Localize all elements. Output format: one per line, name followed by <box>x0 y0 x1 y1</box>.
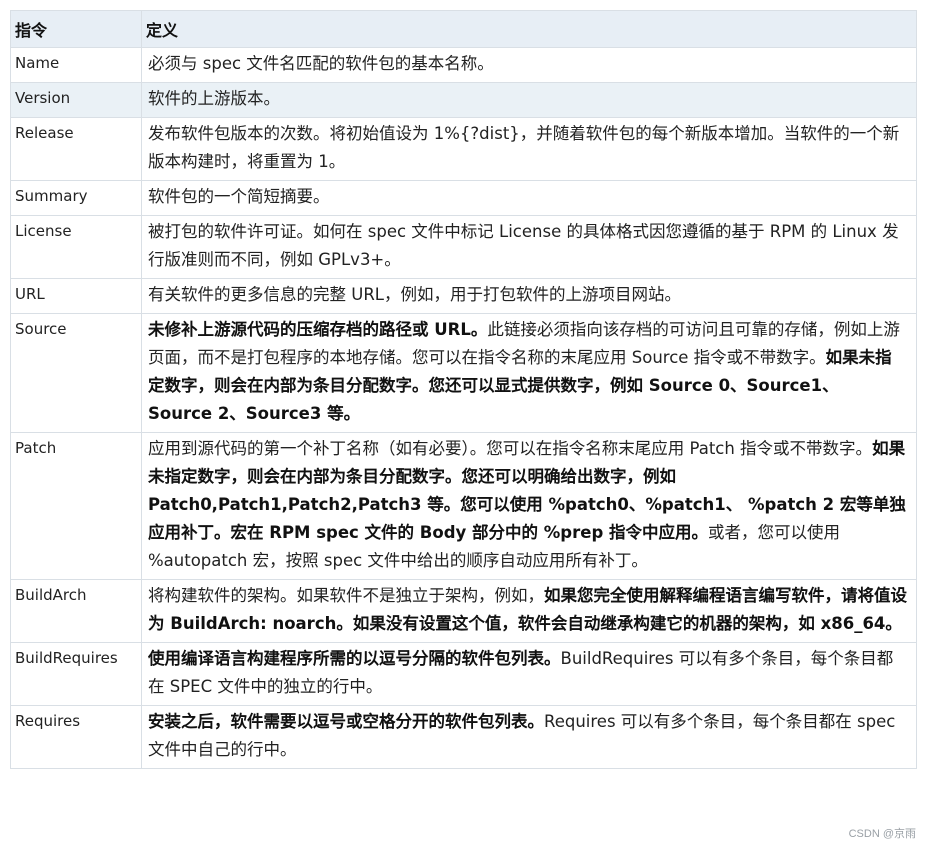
directive-name: BuildRequires <box>10 642 142 706</box>
watermark: CSDN @京雨 <box>848 828 916 840</box>
directive-definition: 必须与 spec 文件名匹配的软件包的基本名称。 <box>141 47 917 83</box>
directive-definition: 将构建软件的架构。如果软件不是独立于架构，例如，如果您完全使用解释编程语言编写软… <box>141 579 917 643</box>
table-row: Name 必须与 spec 文件名匹配的软件包的基本名称。 <box>10 47 917 83</box>
definition-text: 必须与 spec 文件名匹配的软件包的基本名称。 <box>148 54 494 73</box>
directive-name: Name <box>10 47 142 83</box>
directive-definition: 软件包的一个简短摘要。 <box>141 180 917 216</box>
table-row: Requires 安装之后，软件需要以逗号或空格分开的软件包列表。Requires… <box>10 705 917 769</box>
header-term: 指令 <box>10 10 142 48</box>
table-row: License 被打包的软件许可证。如何在 spec 文件中标记 License … <box>10 215 917 279</box>
definition-text: 有关软件的更多信息的完整 URL，例如，用于打包软件的上游项目网站。 <box>148 285 681 304</box>
table-row: Summary 软件包的一个简短摘要。 <box>10 180 917 216</box>
table-row: Patch 应用到源代码的第一个补丁名称（如有必要）。您可以在指令名称末尾应用 P… <box>10 432 917 580</box>
table-row: BuildArch 将构建软件的架构。如果软件不是独立于架构，例如，如果您完全使用… <box>10 579 917 643</box>
directive-name: BuildArch <box>10 579 142 643</box>
directive-name: Summary <box>10 180 142 216</box>
directive-name: Version <box>10 82 142 118</box>
table-row: Source 未修补上游源代码的压缩存档的路径或 URL。此链接必须指向该存档的可… <box>10 313 917 433</box>
definition-text: 软件包的一个简短摘要。 <box>148 187 330 206</box>
table-row: BuildRequires 使用编译语言构建程序所需的以逗号分隔的软件包列表。Bu… <box>10 642 917 706</box>
directive-name: Source <box>10 313 142 433</box>
directive-definition: 应用到源代码的第一个补丁名称（如有必要）。您可以在指令名称末尾应用 Patch … <box>141 432 917 580</box>
directive-name: Patch <box>10 432 142 580</box>
definition-text: 将构建软件的架构。如果软件不是独立于架构，例如， <box>148 586 544 605</box>
directive-name: URL <box>10 278 142 314</box>
definition-bold-text: 使用编译语言构建程序所需的以逗号分隔的软件包列表。 <box>148 649 561 668</box>
definition-text: 软件的上游版本。 <box>148 89 280 108</box>
table-body: Name 必须与 spec 文件名匹配的软件包的基本名称。 Version 软件的上游… <box>10 47 917 769</box>
definition-bold-text: 安装之后，软件需要以逗号或空格分开的软件包列表。 <box>148 712 544 731</box>
table-row: Version 软件的上游版本。 <box>10 82 917 118</box>
directive-name: Release <box>10 117 142 181</box>
directive-definition: 被打包的软件许可证。如何在 spec 文件中标记 License 的具体格式因您… <box>141 215 917 279</box>
definition-text: 应用到源代码的第一个补丁名称（如有必要）。您可以在指令名称末尾应用 Patch … <box>148 439 873 458</box>
directive-name: Requires <box>10 705 142 769</box>
header-definition: 定义 <box>141 10 917 48</box>
directive-name: License <box>10 215 142 279</box>
definition-text: 被打包的软件许可证。如何在 spec 文件中标记 License 的具体格式因您… <box>148 222 899 269</box>
directive-definition: 发布软件包版本的次数。将初始值设为 1%{?dist}，并随着软件包的每个新版本… <box>141 117 917 181</box>
table-row: URL 有关软件的更多信息的完整 URL，例如，用于打包软件的上游项目网站。 <box>10 278 917 314</box>
directive-definition: 使用编译语言构建程序所需的以逗号分隔的软件包列表。BuildRequires 可… <box>141 642 917 706</box>
directive-definition: 未修补上游源代码的压缩存档的路径或 URL。此链接必须指向该存档的可访问且可靠的… <box>141 313 917 433</box>
directive-table: 指令 定义 Name 必须与 spec 文件名匹配的软件包的基本名称。 Versio… <box>10 10 917 769</box>
definition-text: 发布软件包版本的次数。将初始值设为 1%{?dist}，并随着软件包的每个新版本… <box>148 124 900 171</box>
definition-bold-text: 未修补上游源代码的压缩存档的路径或 URL。 <box>148 320 488 339</box>
directive-definition: 安装之后，软件需要以逗号或空格分开的软件包列表。Requires 可以有多个条目… <box>141 705 917 769</box>
table-row: Release 发布软件包版本的次数。将初始值设为 1%{?dist}，并随着软件… <box>10 117 917 181</box>
directive-definition: 软件的上游版本。 <box>141 82 917 118</box>
directive-definition: 有关软件的更多信息的完整 URL，例如，用于打包软件的上游项目网站。 <box>141 278 917 314</box>
table-header-row: 指令 定义 <box>10 10 917 48</box>
